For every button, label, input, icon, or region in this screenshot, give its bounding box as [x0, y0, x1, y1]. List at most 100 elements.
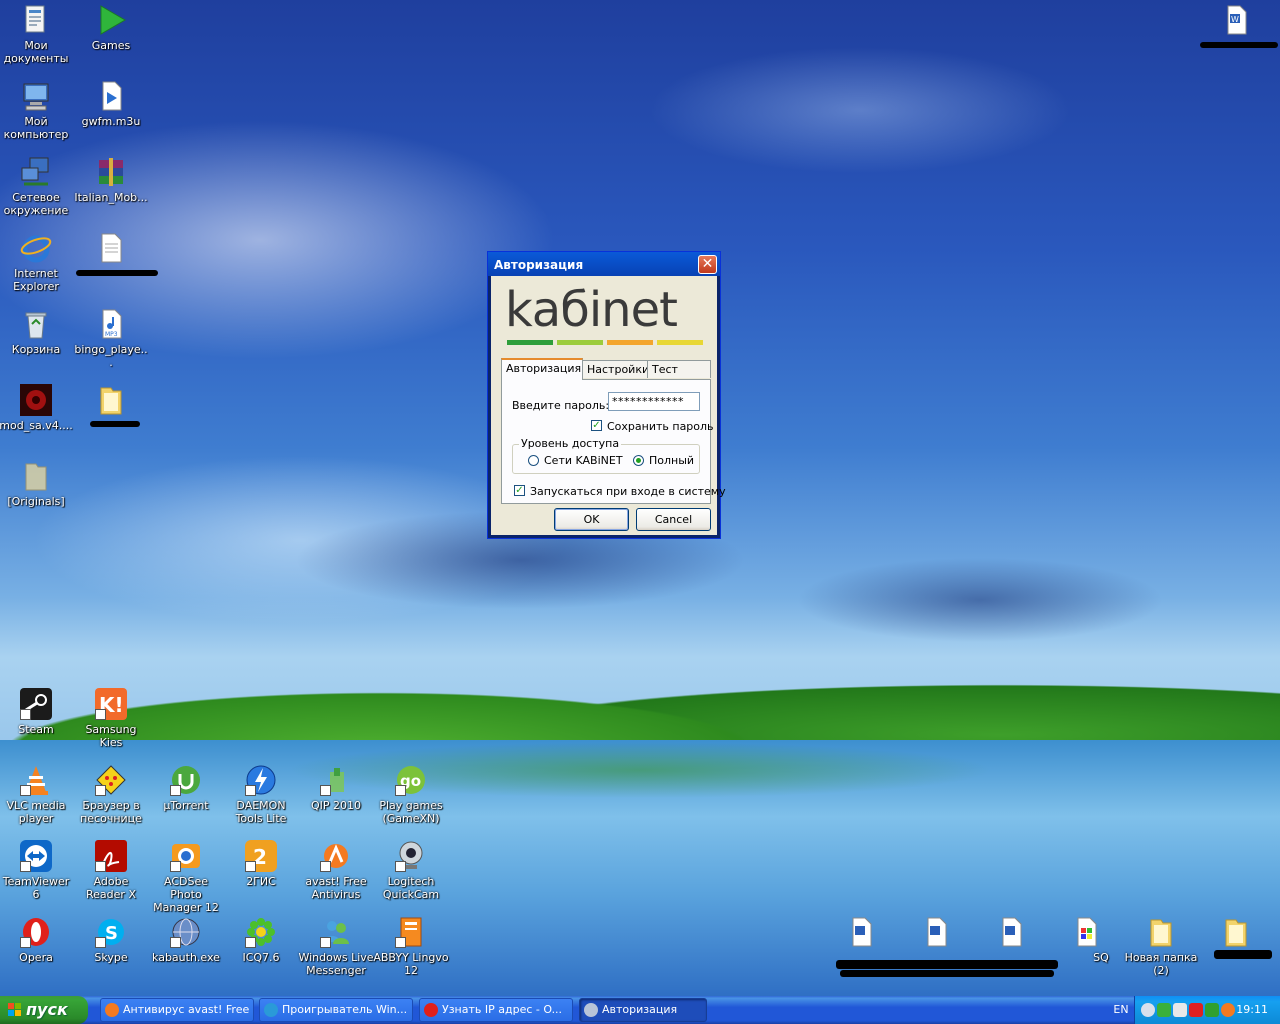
desktop-icon-word-document[interactable]: W [1198, 4, 1274, 36]
playlist-file-icon [95, 80, 127, 112]
password-field[interactable]: ************ [608, 392, 700, 411]
desktop-icon-new-folder-2[interactable]: Новая папка (2) [1123, 916, 1199, 977]
svg-text:go: go [400, 772, 421, 790]
desktop-icon-label: µTorrent [163, 799, 209, 812]
tab-network-test[interactable]: Тест сети [647, 360, 711, 394]
desktop-icon-games[interactable]: Games [73, 4, 149, 52]
desktop-icon-vlc[interactable]: VLC media player [0, 764, 74, 825]
text-file-icon [95, 232, 127, 264]
teamviewer-icon [20, 840, 52, 872]
desktop-icon-messenger[interactable]: Windows Live Messenger [298, 916, 374, 977]
desktop-icon-label: Браузер в песочнице [80, 799, 142, 825]
redaction-mark [840, 970, 1054, 977]
desktop-icon-logitech-quickcam[interactable]: Logitech QuickCam [373, 840, 449, 901]
desktop-icon-kabauth[interactable]: kabauth.exe [148, 916, 224, 964]
desktop-icon-gamexn[interactable]: go Play games (GameXN) [373, 764, 449, 825]
desktop-icon-originals[interactable]: [Originals] [0, 460, 74, 508]
desktop-icon-mod-sa[interactable]: mod_sa.v4.... [0, 384, 74, 432]
dialog-titlebar[interactable]: Авторизация ✕ [488, 252, 720, 276]
desktop-icon-label: Adobe Reader X [86, 875, 136, 901]
utorrent-icon [170, 764, 202, 796]
desktop-icon-gwfm[interactable]: gwfm.m3u [73, 80, 149, 128]
desktop-icon-my-computer[interactable]: Мой компьютер [0, 80, 74, 141]
tab-authorization[interactable]: Авторизация [501, 358, 583, 380]
desktop-icon-italian-mob[interactable]: Italian_Mob... [73, 156, 149, 204]
start-button[interactable]: пуск [0, 996, 88, 1024]
desktop-icon-qip[interactable]: QIP 2010 [298, 764, 374, 812]
tray-expand-icon[interactable] [1141, 1003, 1155, 1017]
desktop-icon-avast[interactable]: avast! Free Antivirus [298, 840, 374, 901]
winrar-archive-icon [95, 156, 127, 188]
redaction-mark [76, 270, 158, 276]
desktop-icon-adobe-reader[interactable]: Adobe Reader X [73, 840, 149, 901]
mod-sa-icon [20, 384, 52, 416]
desktop-icon-label: Play games (GameXN) [379, 799, 443, 825]
radio-kabinet-network[interactable] [528, 455, 539, 466]
desktop-icon-text-file[interactable] [73, 232, 149, 267]
network-icon [20, 156, 52, 188]
desktop-icon-word-doc-3[interactable] [973, 916, 1049, 948]
desktop-icon-network[interactable]: Сетевое окружение [0, 156, 74, 217]
desktop-icon-teamviewer[interactable]: TeamViewer 6 [0, 840, 74, 901]
tray-display-icon[interactable] [1173, 1003, 1187, 1017]
desktop-icon-sandbox-browser[interactable]: Браузер в песочнице [73, 764, 149, 825]
desktop-icon-label: Logitech QuickCam [382, 875, 440, 901]
messenger-icon [320, 916, 352, 948]
desktop-icon-word-doc-2[interactable] [898, 916, 974, 948]
sandbox-browser-icon [95, 764, 127, 796]
desktop-icon-opera[interactable]: Opera [0, 916, 74, 964]
folder-icon [1145, 916, 1177, 948]
ok-button[interactable]: OK [554, 508, 629, 531]
password-label: Введите пароль: [512, 399, 610, 412]
access-level-group: Уровень доступа Сети KABiNET Полный [512, 437, 700, 474]
desktop-icon-2gis[interactable]: 2 2ГИС [223, 840, 299, 888]
tab-settings[interactable]: Настройки [582, 360, 649, 378]
desktop-icon-internet-explorer[interactable]: Internet Explorer [0, 232, 74, 293]
desktop-icon-folder[interactable] [73, 384, 149, 419]
desktop-icon-recycle-bin[interactable]: Корзина [0, 308, 74, 356]
desktop-icon-bingo-player[interactable]: MP3 bingo_playe... [73, 308, 149, 369]
tray-app-icon[interactable] [1205, 1003, 1219, 1017]
desktop-icon-samsung-kies[interactable]: K! Samsung Kies [73, 688, 149, 749]
gamexn-icon: go [395, 764, 427, 796]
task-opera[interactable]: Узнать IP адрес - O... [419, 998, 573, 1022]
clock[interactable]: 19:11 [1236, 996, 1268, 1024]
kabinet-task-icon [584, 1003, 598, 1017]
task-media-player[interactable]: Проигрыватель Win... [259, 998, 413, 1022]
desktop-icon-steam[interactable]: Steam [0, 688, 74, 736]
tray-avast-icon[interactable] [1221, 1003, 1235, 1017]
save-password-label: Сохранить пароль [607, 420, 714, 433]
steam-icon [20, 688, 52, 720]
redaction-mark [90, 421, 140, 427]
desktop-icon-icq[interactable]: ICQ7.6 [223, 916, 299, 964]
desktop-icon-sq[interactable]: SQ [1048, 916, 1124, 964]
desktop-icon-folder-right[interactable] [1198, 916, 1274, 948]
autostart-checkbox[interactable]: ✓ [514, 485, 525, 496]
desktop-icon-word-doc-1[interactable] [823, 916, 899, 948]
desktop-icon-label: VLC media player [6, 799, 66, 825]
cancel-button[interactable]: Cancel [636, 508, 711, 531]
language-indicator[interactable]: EN [1108, 996, 1134, 1024]
desktop-icon-utorrent[interactable]: µTorrent [148, 764, 224, 812]
my-computer-icon [20, 80, 52, 112]
tray-network-icon[interactable] [1157, 1003, 1171, 1017]
desktop-icon-daemon-tools[interactable]: DAEMON Tools Lite [223, 764, 299, 825]
save-password-checkbox[interactable]: ✓ [591, 420, 602, 431]
games-arrow-icon [95, 4, 127, 36]
desktop-icon-label: Opera [19, 951, 53, 964]
tray-alert-icon[interactable] [1189, 1003, 1203, 1017]
desktop-icon-acdsee[interactable]: ACDSee Photo Manager 12 [148, 840, 224, 914]
autostart-label: Запускаться при входе в систему [530, 485, 726, 498]
authorization-dialog: Авторизация ✕ kабinet Авторизация Настро… [487, 251, 726, 539]
desktop-icon-skype[interactable]: S Skype [73, 916, 149, 964]
close-icon[interactable]: ✕ [698, 255, 717, 274]
desktop-icon-label: Windows Live Messenger [298, 951, 374, 977]
task-authorization[interactable]: Авторизация [579, 998, 707, 1022]
dialog-title: Авторизация [494, 258, 584, 272]
radio-full-access-label: Полный [649, 454, 695, 467]
folder-icon [1220, 916, 1252, 948]
radio-full-access[interactable] [633, 455, 644, 466]
task-avast[interactable]: Антивирус avast! Free [100, 998, 254, 1022]
desktop-icon-my-documents[interactable]: Мои документы [0, 4, 74, 65]
desktop-icon-lingvo[interactable]: ABBYY Lingvo 12 [373, 916, 449, 977]
